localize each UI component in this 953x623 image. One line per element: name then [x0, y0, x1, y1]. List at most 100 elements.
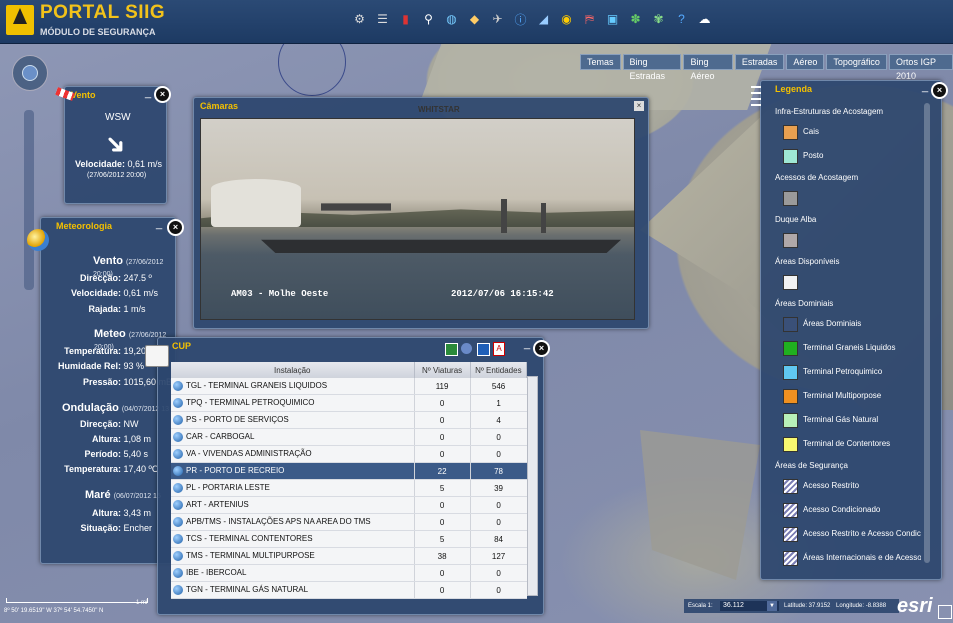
vento-close-button[interactable]: × — [154, 86, 171, 103]
basemap-bing-estradas[interactable]: Bing Estradas — [622, 54, 682, 81]
minimize-button[interactable]: _ — [156, 218, 162, 230]
installation-name: IBE - IBERCOAL — [186, 568, 247, 578]
globe-icon[interactable]: ◍ — [442, 9, 461, 29]
satellite-icon[interactable]: ✈ — [488, 9, 507, 29]
viaturas-cell: 0 — [413, 394, 471, 412]
globe-icon[interactable] — [173, 568, 183, 578]
cloud-icon[interactable]: ☁ — [695, 9, 714, 29]
viaturas-cell: 5 — [413, 479, 471, 497]
camaras-panel: Câmaras × AM03 - Molhe Oeste 2012/07/06 … — [193, 97, 649, 329]
meteo-row: Temperatura: 17,40 ºC — [41, 464, 158, 474]
meteo-row-value: 1,08 m — [123, 434, 152, 444]
resize-icon[interactable] — [938, 605, 952, 619]
table-row[interactable]: ART - ARTENIUS 0 0 — [171, 496, 527, 514]
table-row[interactable]: APB/TMS - INSTALAÇÕES APS NA AREA DO TMS… — [171, 513, 527, 531]
basemap-temas[interactable]: Temas — [580, 54, 621, 70]
minimize-button[interactable]: _ — [145, 87, 151, 99]
table-row[interactable]: TGN - TERMINAL GÁS NATURAL 0 0 — [171, 581, 527, 599]
globe-icon[interactable] — [173, 483, 183, 493]
globe-icon[interactable] — [173, 398, 183, 408]
wind-arrow-icon: ➜ — [97, 125, 135, 163]
table-row[interactable]: TPQ - TERMINAL PETROQUIMICO 0 1 — [171, 394, 527, 412]
column-header[interactable]: Nº Entidades — [470, 362, 528, 378]
table-row[interactable]: VA - VIVENDAS ADMINISTRAÇÃO 0 0 — [171, 445, 527, 463]
viaturas-cell: 0 — [413, 428, 471, 446]
meteorologia-close-button[interactable]: × — [167, 219, 184, 236]
basemap-estradas[interactable]: Estradas — [734, 54, 785, 70]
settings-icon[interactable]: ✾ — [649, 9, 668, 29]
globe-icon[interactable] — [173, 500, 183, 510]
column-header[interactable]: Nº Viaturas — [414, 362, 471, 378]
cup-close-button[interactable]: × — [533, 340, 550, 357]
legenda-close-button[interactable]: × — [931, 82, 948, 99]
legend-item-label: Terminal Petroquimico — [803, 367, 883, 376]
basemap-ortos[interactable]: Ortos IGP 2010 — [888, 54, 953, 81]
table-row[interactable]: PL - PORTARIA LESTE 5 39 — [171, 479, 527, 497]
table-row[interactable]: TCS - TERMINAL CONTENTORES 5 84 — [171, 530, 527, 548]
legend-swatch — [783, 437, 798, 452]
table-row[interactable]: IBE - IBERCOAL 0 0 — [171, 564, 527, 582]
help-icon[interactable]: ? — [672, 9, 691, 29]
export-pdf-icon[interactable]: A — [493, 342, 505, 356]
installation-cell: VA - VIVENDAS ADMINISTRAÇÃO — [171, 445, 415, 463]
info-icon[interactable]: ⓘ — [511, 9, 530, 29]
globe-icon[interactable] — [173, 381, 183, 391]
zoom-slider[interactable] — [24, 110, 34, 290]
screen-icon[interactable]: ▣ — [603, 9, 622, 29]
legend-section: Infra-Estruturas de Acostagem — [775, 107, 884, 116]
table-row[interactable]: PR - PORTO DE RECREIO 22 78 — [171, 462, 527, 480]
globe-icon[interactable] — [173, 517, 183, 527]
globe-icon[interactable] — [173, 432, 183, 442]
installation-name: VA - VIVENDAS ADMINISTRAÇÃO — [186, 449, 312, 459]
installation-cell: TGL - TERMINAL GRANEIS LIQUIDOS — [171, 378, 415, 395]
export-doc-icon[interactable] — [477, 343, 490, 356]
table-row[interactable]: PS - PORTO DE SERVIÇOS 0 4 — [171, 411, 527, 429]
globe-icon[interactable] — [173, 551, 183, 561]
globe-icon[interactable] — [173, 415, 183, 425]
target-icon[interactable]: ◉ — [557, 9, 576, 29]
meteo-row-value: 1 m/s — [123, 304, 146, 314]
binoculars-icon[interactable]: ⚙ — [350, 9, 369, 29]
basemap-aereo[interactable]: Aéreo — [786, 54, 825, 70]
chevron-down-icon[interactable]: ▼ — [767, 601, 777, 611]
export-excel-icon[interactable] — [445, 343, 458, 356]
legend-scrollbar[interactable] — [924, 103, 930, 563]
wind-direction: WSW — [105, 112, 131, 123]
measure-icon[interactable]: ◢ — [534, 9, 553, 29]
globe-icon[interactable] — [173, 466, 183, 476]
search-icon[interactable]: ⚲ — [419, 9, 438, 29]
ondulacao-section: Ondulação (04/07/2012 13 — [62, 402, 169, 414]
legend-list: Infra-Estruturas de Acostagem Cais Posto Ac… — [761, 81, 921, 571]
legend-swatch — [783, 149, 798, 164]
legend-section: Acessos de Acostagem — [775, 173, 859, 182]
table-scrollbar[interactable] — [527, 376, 538, 596]
legend-item-label: Acesso Restrito e Acesso Condicic — [803, 529, 921, 538]
column-header[interactable]: Instalação — [171, 362, 415, 378]
basemap-topografico[interactable]: Topográfico — [826, 54, 887, 70]
mare-time: (06/07/2012 15 — [113, 493, 161, 500]
meteo-row-value: 3,43 m — [123, 508, 152, 518]
minimize-button[interactable]: _ — [922, 81, 928, 93]
list-icon[interactable]: ☰ — [373, 9, 392, 29]
installation-name: TGL - TERMINAL GRANEIS LIQUIDOS — [186, 381, 328, 391]
wheel-icon[interactable]: ✽ — [626, 9, 645, 29]
book-icon[interactable]: ▮ — [396, 9, 415, 29]
export-icon[interactable] — [461, 343, 472, 354]
weather-globe-icon — [27, 229, 49, 251]
table-row[interactable]: CAR - CARBOGAL 0 0 — [171, 428, 527, 446]
legend-item-label: Áreas Internacionais e de Acesso I — [803, 553, 921, 562]
basemap-bing-aereo[interactable]: Bing Aéreo — [683, 54, 733, 81]
minimize-button[interactable]: _ — [524, 338, 530, 350]
globe-icon[interactable] — [173, 449, 183, 459]
globe-icon[interactable] — [173, 534, 183, 544]
close-icon[interactable]: × — [634, 101, 644, 111]
globe-icon[interactable] — [173, 585, 183, 595]
table-row[interactable]: TGL - TERMINAL GRANEIS LIQUIDOS 119 546 — [171, 378, 527, 395]
camera-crane — [541, 203, 546, 233]
windsock-icon[interactable]: ⛿ — [580, 9, 599, 29]
layers-icon[interactable]: ◆ — [465, 9, 484, 29]
table-row[interactable]: TMS - TERMINAL MULTIPURPOSE 38 127 — [171, 547, 527, 565]
meteo-row: Rajada: 1 m/s — [41, 304, 146, 314]
camera-tank — [211, 179, 301, 227]
pan-control[interactable] — [12, 55, 48, 91]
